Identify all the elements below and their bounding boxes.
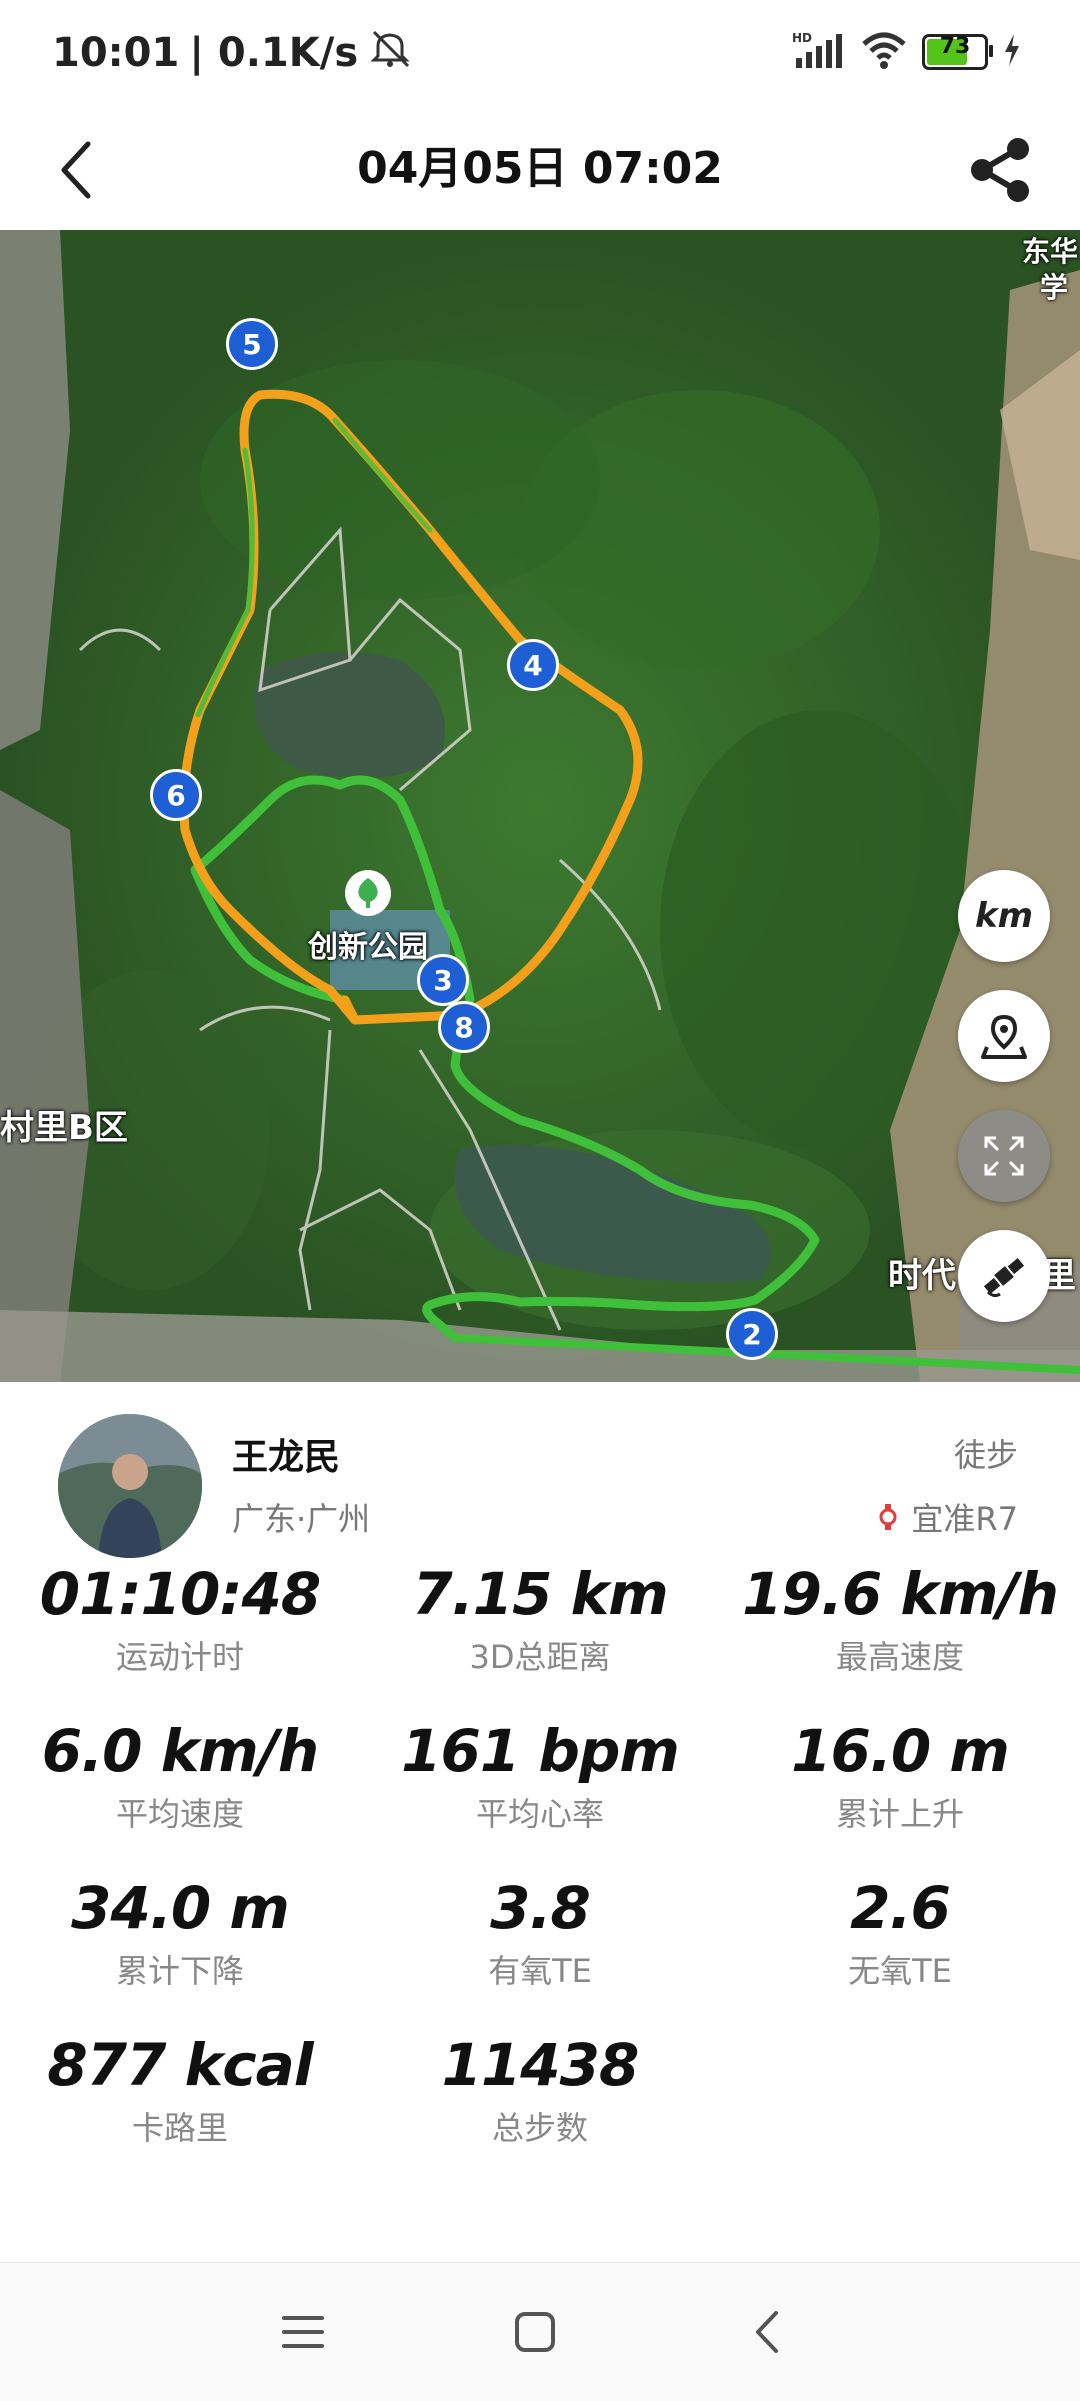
satellite-toggle-button[interactable] [958, 1230, 1050, 1322]
status-right: HD 73 [792, 30, 1022, 74]
user-location: 广东·广州 [232, 1500, 371, 1538]
stat-value: 7.15 km [412, 1560, 668, 1628]
share-icon [971, 138, 1029, 202]
stat-max-speed: 19.6 km/h 最高速度 [720, 1560, 1080, 1678]
wifi-icon [860, 30, 908, 74]
avatar[interactable] [58, 1414, 202, 1558]
stat-value: 161 bpm [401, 1717, 680, 1785]
stat-avg-heart-rate: 161 bpm 平均心率 [360, 1717, 720, 1835]
recent-apps-button[interactable] [268, 2297, 338, 2367]
fullscreen-button[interactable] [958, 1110, 1050, 1202]
stat-label: 平均速度 [115, 1795, 244, 1833]
status-time: 10:01 [52, 30, 180, 76]
menu-icon [282, 2316, 324, 2348]
stat-descent: 34.0 m 累计下降 [0, 1874, 360, 1992]
status-bar: 10:01 | 0.1K/s HD 73 [0, 0, 1080, 110]
poi-park[interactable]: 创新公园 [308, 870, 428, 966]
stat-anaerobic-te: 2.6 无氧TE [720, 1874, 1080, 1992]
back-chevron-icon [756, 2311, 778, 2353]
stat-value: 34.0 m [71, 1874, 290, 1942]
stat-aerobic-te: 3.8 有氧TE [360, 1874, 720, 1992]
stat-value: 01:10:48 [39, 1560, 322, 1628]
stat-value: 2.6 [850, 1874, 951, 1942]
device-name: 宜准R7 [911, 1500, 1018, 1538]
stat-value: 11438 [441, 2031, 640, 2099]
charging-icon [1002, 32, 1022, 72]
mute-icon [368, 28, 412, 78]
watch-icon [879, 1504, 897, 1530]
stat-avg-speed: 6.0 km/h 平均速度 [0, 1717, 360, 1835]
stat-label: 3D总距离 [469, 1638, 611, 1676]
stat-label: 累计下降 [115, 1952, 244, 1990]
page-title: 04月05日 07:02 [357, 143, 723, 194]
stat-label: 无氧TE [848, 1952, 952, 1990]
satellite-icon [983, 1258, 1025, 1298]
system-back-button[interactable] [732, 2297, 802, 2367]
stat-value: 6.0 km/h [41, 1717, 319, 1785]
location-pin-icon [981, 1014, 1027, 1059]
stat-duration: 01:10:48 运动计时 [0, 1560, 360, 1678]
area-label-top-right-2: 学 [1040, 271, 1069, 304]
stat-label: 有氧TE [488, 1952, 592, 1990]
system-navigation-bar [0, 2262, 1080, 2401]
user-name: 王龙民 [232, 1437, 341, 1478]
stat-calories: 877 kcal 卡路里 [0, 2031, 360, 2149]
route-marker-8[interactable]: 8 [438, 1001, 490, 1053]
area-label-left: 村里B区 [0, 1108, 128, 1148]
svg-text:HD: HD [792, 31, 812, 45]
stat-label: 运动计时 [115, 1638, 244, 1676]
stat-label: 累计上升 [835, 1795, 964, 1833]
stat-label: 卡路里 [131, 2109, 228, 2147]
unit-label: km [974, 896, 1034, 936]
route-marker-3[interactable]: 3 [417, 954, 469, 1006]
activity-summary: 王龙民 广东·广州 徒步 宜准R7 01:10:48 运动计时 7.15 km … [0, 1382, 1080, 2262]
tree-icon [345, 870, 391, 916]
stat-value: 16.0 m [791, 1717, 1010, 1785]
stat-steps: 11438 总步数 [360, 2031, 720, 2149]
route-marker-4[interactable]: 4 [507, 639, 559, 691]
stat-value: 19.6 km/h [742, 1560, 1059, 1628]
home-button[interactable] [500, 2297, 570, 2367]
network-speed: | 0.1K/s [189, 30, 359, 76]
device-info: 宜准R7 [877, 1494, 1018, 1540]
stat-label: 总步数 [491, 2109, 588, 2147]
stat-value: 877 kcal [47, 2031, 313, 2099]
sport-type: 徒步 [953, 1436, 1018, 1474]
stat-ascent: 16.0 m 累计上升 [720, 1717, 1080, 1835]
status-left: 10:01 | 0.1K/s [52, 28, 412, 78]
battery-icon: 73 [922, 34, 993, 70]
share-button[interactable] [958, 128, 1042, 212]
route-marker-5[interactable]: 5 [226, 318, 278, 370]
park-name: 创新公园 [308, 930, 428, 965]
route-marker-2[interactable]: 2 [726, 1308, 778, 1360]
square-icon [515, 2312, 555, 2352]
hd-signal-icon: HD [792, 30, 846, 74]
area-label-right: 时代 [888, 1256, 956, 1296]
stat-label: 最高速度 [835, 1638, 964, 1676]
top-bar: 04月05日 07:02 [0, 110, 1080, 230]
unit-toggle-button[interactable]: km [958, 870, 1050, 962]
stat-distance: 7.15 km 3D总距离 [360, 1560, 720, 1678]
locate-button[interactable] [958, 990, 1050, 1082]
stat-label: 平均心率 [475, 1795, 604, 1833]
battery-level: 73 [939, 34, 971, 59]
route-marker-6[interactable]: 6 [150, 769, 202, 821]
area-label-top-right: 东华 [1022, 235, 1079, 268]
expand-icon [984, 1136, 1024, 1176]
route-map[interactable]: 村里B区 时代 里 东华 学 创新公园 5 4 6 3 8 2 km [0, 230, 1080, 1382]
stat-value: 3.8 [490, 1874, 591, 1942]
